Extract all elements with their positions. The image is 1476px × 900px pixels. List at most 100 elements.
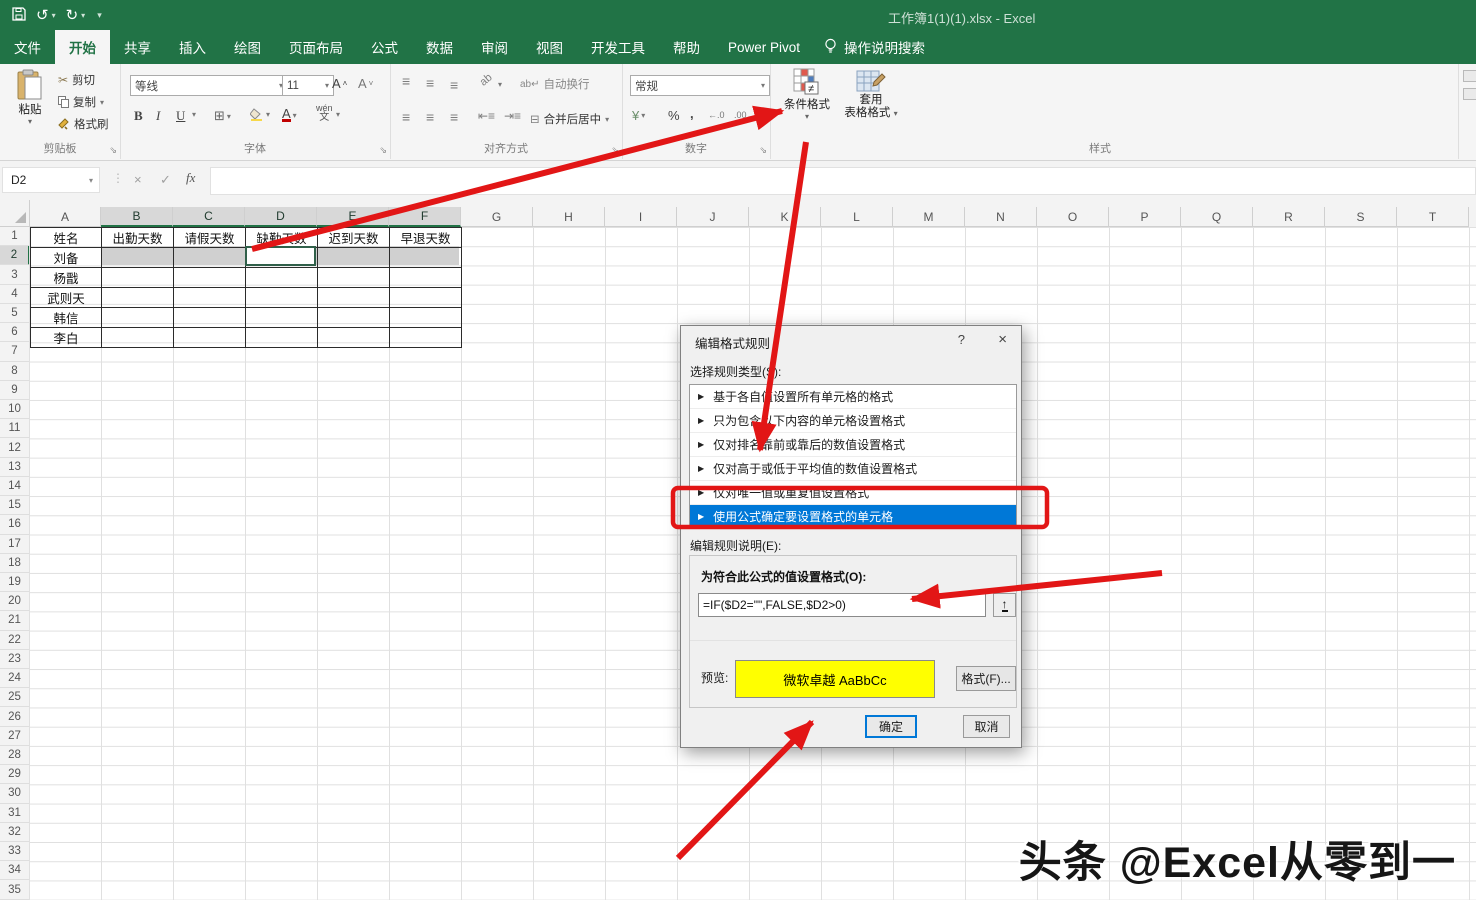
confirm-entry-icon[interactable]: ✓ (160, 172, 171, 188)
cell[interactable] (174, 308, 246, 328)
paste-button[interactable]: 粘贴▾ (8, 69, 52, 126)
tab-developer[interactable]: 开发工具 (577, 30, 659, 64)
undo-icon[interactable]: ↺ (36, 8, 49, 23)
underline-dropdown-icon[interactable]: ▾ (192, 110, 196, 119)
percent-style-icon[interactable]: % (668, 108, 680, 123)
cell[interactable] (318, 328, 390, 348)
row-header-28[interactable]: 28 (0, 746, 30, 765)
row-header-30[interactable]: 30 (0, 784, 30, 803)
insert-function-icon[interactable]: fx (186, 170, 195, 186)
copy-button[interactable]: 复制▾ (58, 94, 104, 110)
name-box[interactable]: D2▾ (2, 167, 100, 193)
column-header-J[interactable]: J (677, 207, 749, 227)
cell[interactable] (174, 328, 246, 348)
grow-font-icon[interactable]: A˄ (332, 76, 347, 91)
cancel-entry-icon[interactable]: × (134, 172, 142, 187)
column-header-T[interactable]: T (1397, 207, 1469, 227)
underline-button[interactable]: U (176, 108, 185, 124)
row-header-1[interactable]: 1 (0, 227, 30, 246)
cell[interactable] (390, 328, 462, 348)
row-header-14[interactable]: 14 (0, 477, 30, 496)
align-left-icon[interactable]: ≡ (402, 109, 410, 125)
row-header-26[interactable]: 26 (0, 707, 30, 726)
cell[interactable]: 韩信 (31, 308, 102, 328)
rule-formula-input[interactable] (698, 593, 986, 617)
rule-type-option-3[interactable]: ▶仅对排名靠前或靠后的数值设置格式 (690, 433, 1016, 457)
tab-insert[interactable]: 插入 (165, 30, 220, 64)
row-header-23[interactable]: 23 (0, 650, 30, 669)
align-center-icon[interactable]: ≡ (426, 109, 434, 125)
align-top-icon[interactable]: ≡ (402, 73, 410, 89)
cut-button[interactable]: ✂剪切 (58, 72, 95, 88)
ok-button[interactable]: 确定 (865, 715, 917, 738)
column-header-A[interactable]: A (30, 207, 101, 227)
row-header-35[interactable]: 35 (0, 880, 30, 899)
row-header-22[interactable]: 22 (0, 631, 30, 650)
conditional-formatting-button[interactable]: ≠ 条件格式▾ (778, 68, 836, 121)
accounting-format-icon[interactable]: ¥▾ (632, 108, 645, 123)
cell[interactable] (246, 288, 318, 308)
column-header-I[interactable]: I (605, 207, 677, 227)
cell[interactable] (318, 288, 390, 308)
tab-review[interactable]: 审阅 (467, 30, 522, 64)
row-header-2[interactable]: 2 (0, 246, 30, 265)
undo-dropdown-icon[interactable]: ▾ (52, 11, 56, 20)
cell[interactable]: 缺勤天数 (246, 228, 318, 248)
cell[interactable] (318, 268, 390, 288)
increase-decimal-icon[interactable]: ←.0 (708, 110, 725, 120)
cell[interactable]: 刘备 (31, 248, 102, 268)
format-painter-button[interactable]: 格式刷 (58, 116, 109, 132)
column-header-K[interactable]: K (749, 207, 821, 227)
column-header-H[interactable]: H (533, 207, 605, 227)
wrap-text-button[interactable]: ab↵自动换行 (520, 76, 590, 92)
tab-share[interactable]: 共享 (110, 30, 165, 64)
phonetic-guide-icon[interactable]: wén文 (316, 104, 333, 122)
cancel-button[interactable]: 取消 (963, 715, 1010, 738)
row-header-7[interactable]: 7 (0, 342, 30, 361)
row-header-25[interactable]: 25 (0, 688, 30, 707)
cell[interactable] (390, 288, 462, 308)
row-header-20[interactable]: 20 (0, 592, 30, 611)
formula-bar-splitter[interactable]: ⋮ (112, 171, 124, 185)
tab-draw[interactable]: 绘图 (220, 30, 275, 64)
comma-style-icon[interactable]: , (690, 106, 694, 121)
row-header-16[interactable]: 16 (0, 515, 30, 534)
row-header-10[interactable]: 10 (0, 400, 30, 419)
bold-button[interactable]: B (134, 108, 143, 124)
row-header-18[interactable]: 18 (0, 554, 30, 573)
column-header-B[interactable]: B (101, 207, 173, 227)
cell[interactable] (246, 328, 318, 348)
borders-icon[interactable]: ⊞▾ (214, 108, 231, 124)
italic-button[interactable]: I (156, 108, 160, 124)
column-header-E[interactable]: E (317, 207, 389, 227)
rule-type-option-6[interactable]: ▶使用公式确定要设置格式的单元格 (690, 505, 1016, 528)
cell[interactable]: 早退天数 (390, 228, 462, 248)
tab-page-layout[interactable]: 页面布局 (275, 30, 357, 64)
align-bottom-icon[interactable]: ≡ (450, 77, 458, 93)
align-middle-icon[interactable]: ≡ (426, 75, 434, 91)
cell[interactable] (102, 308, 174, 328)
collapse-dialog-icon[interactable]: ↑ (993, 593, 1016, 617)
column-header-C[interactable]: C (173, 207, 245, 227)
cell[interactable]: 出勤天数 (102, 228, 174, 248)
format-button[interactable]: 格式(F)... (956, 666, 1016, 691)
number-dialog-launcher[interactable]: ⇘ (759, 145, 767, 156)
orientation-dropdown-icon[interactable]: ▾ (498, 80, 502, 89)
rule-type-option-2[interactable]: ▶只为包含以下内容的单元格设置格式 (690, 409, 1016, 433)
row-header-27[interactable]: 27 (0, 727, 30, 746)
redo-icon[interactable]: ↻ (66, 8, 79, 23)
font-dialog-launcher[interactable]: ⇘ (379, 145, 387, 156)
cell[interactable] (390, 308, 462, 328)
row-header-34[interactable]: 34 (0, 861, 30, 880)
cell[interactable] (102, 328, 174, 348)
redo-dropdown-icon[interactable]: ▾ (81, 11, 85, 20)
font-name-combo[interactable]: 等线▾ (130, 75, 288, 96)
row-header-19[interactable]: 19 (0, 573, 30, 592)
tab-help[interactable]: 帮助 (659, 30, 714, 64)
cell[interactable] (390, 248, 462, 268)
row-header-15[interactable]: 15 (0, 496, 30, 515)
column-header-F[interactable]: F (389, 207, 461, 227)
row-header-29[interactable]: 29 (0, 765, 30, 784)
column-header-D[interactable]: D (245, 207, 317, 227)
decrease-indent-icon[interactable]: ⇤≡ (478, 109, 495, 123)
